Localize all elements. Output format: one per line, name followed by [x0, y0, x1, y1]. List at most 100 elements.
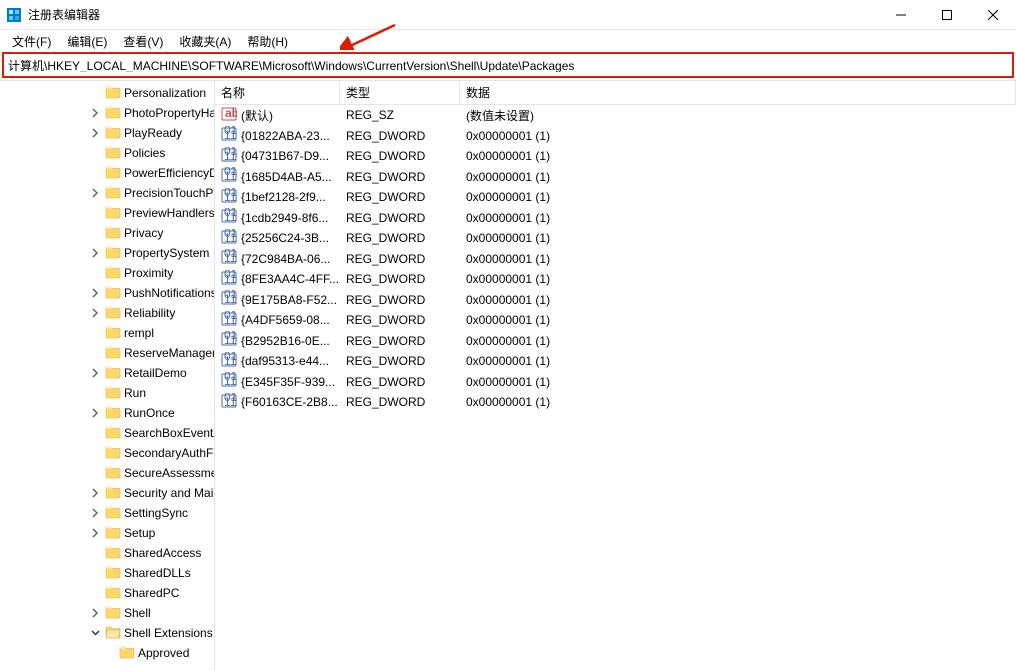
folder-icon: [102, 184, 124, 203]
list-row[interactable]: {E345F35F-939...REG_DWORD0x00000001 (1): [215, 372, 1016, 393]
tree-node[interactable]: Privacy: [0, 223, 214, 243]
tree-node[interactable]: SecondaryAuthFactor: [0, 443, 214, 463]
tree-node[interactable]: Policies: [0, 143, 214, 163]
value-list[interactable]: 名称 类型 数据 (默认)REG_SZ(数值未设置){01822ABA-23..…: [215, 81, 1016, 671]
tree-node[interactable]: SettingSync: [0, 503, 214, 523]
tree-node[interactable]: Shell Extensions: [0, 623, 214, 643]
value-data: 0x00000001 (1): [460, 395, 1016, 409]
tree-node[interactable]: PreviewHandlers: [0, 203, 214, 223]
col-data[interactable]: 数据: [460, 81, 1016, 104]
tree-node-label: SharedDLLs: [124, 566, 191, 580]
tree-node-label: PreviewHandlers: [124, 206, 215, 220]
tree-node[interactable]: PowerEfficiencyDiagnostics: [0, 163, 214, 183]
tree-node[interactable]: PropertySystem: [0, 243, 214, 263]
tree-node[interactable]: ReserveManager: [0, 343, 214, 363]
chevron-right-icon[interactable]: [88, 286, 102, 300]
chevron-right-icon[interactable]: [88, 126, 102, 140]
list-row[interactable]: {A4DF5659-08...REG_DWORD0x00000001 (1): [215, 310, 1016, 331]
tree-node[interactable]: SecureAssessment: [0, 463, 214, 483]
tree-node[interactable]: SharedDLLs: [0, 563, 214, 583]
folder-icon: [102, 144, 124, 163]
tree-node[interactable]: Shell: [0, 603, 214, 623]
col-name[interactable]: 名称: [215, 81, 340, 104]
value-type: REG_DWORD: [340, 395, 460, 409]
tree-view[interactable]: PersonalizationPhotoPropertyHandlerPlayR…: [0, 81, 215, 671]
tree-node[interactable]: PlayReady: [0, 123, 214, 143]
chevron-right-icon[interactable]: [88, 186, 102, 200]
tree-node[interactable]: Run: [0, 383, 214, 403]
folder-icon: [102, 164, 124, 183]
chevron-right-icon[interactable]: [88, 606, 102, 620]
menu-edit[interactable]: 编辑(E): [59, 31, 115, 52]
tree-node[interactable]: PushNotifications: [0, 283, 214, 303]
list-row[interactable]: {daf95313-e44...REG_DWORD0x00000001 (1): [215, 351, 1016, 372]
list-row[interactable]: {1cdb2949-8f6...REG_DWORD0x00000001 (1): [215, 208, 1016, 229]
list-row[interactable]: {72C984BA-06...REG_DWORD0x00000001 (1): [215, 249, 1016, 270]
value-data: 0x00000001 (1): [460, 170, 1016, 184]
tree-node[interactable]: RetailDemo: [0, 363, 214, 383]
folder-icon: [102, 344, 124, 363]
value-data: 0x00000001 (1): [460, 211, 1016, 225]
binary-value-icon: [221, 270, 241, 289]
tree-node[interactable]: Security and Maintenance: [0, 483, 214, 503]
list-row[interactable]: {01822ABA-23...REG_DWORD0x00000001 (1): [215, 126, 1016, 147]
list-row[interactable]: {1685D4AB-A5...REG_DWORD0x00000001 (1): [215, 167, 1016, 188]
menu-help[interactable]: 帮助(H): [239, 31, 296, 52]
menu-favorites[interactable]: 收藏夹(A): [171, 31, 239, 52]
list-row[interactable]: {9E175BA8-F52...REG_DWORD0x00000001 (1): [215, 290, 1016, 311]
value-data: 0x00000001 (1): [460, 231, 1016, 245]
folder-icon: [102, 564, 124, 583]
chevron-right-icon[interactable]: [88, 106, 102, 120]
value-data: (数值未设置): [460, 107, 1016, 124]
list-row[interactable]: {25256C24-3B...REG_DWORD0x00000001 (1): [215, 228, 1016, 249]
address-bar[interactable]: [8, 58, 1008, 72]
value-name: {8FE3AA4C-4FF...: [241, 272, 339, 286]
value-type: REG_DWORD: [340, 375, 460, 389]
folder-icon: [102, 484, 124, 503]
tree-node[interactable]: rempl: [0, 323, 214, 343]
address-bar-highlight: [2, 52, 1014, 78]
list-row[interactable]: {04731B67-D9...REG_DWORD0x00000001 (1): [215, 146, 1016, 167]
tree-node[interactable]: Proximity: [0, 263, 214, 283]
chevron-right-icon[interactable]: [88, 486, 102, 500]
chevron-right-icon[interactable]: [88, 406, 102, 420]
menu-file[interactable]: 文件(F): [4, 31, 59, 52]
list-row[interactable]: {1bef2128-2f9...REG_DWORD0x00000001 (1): [215, 187, 1016, 208]
chevron-right-icon[interactable]: [88, 246, 102, 260]
tree-node[interactable]: PhotoPropertyHandler: [0, 103, 214, 123]
list-row[interactable]: {B2952B16-0E...REG_DWORD0x00000001 (1): [215, 331, 1016, 352]
close-button[interactable]: [970, 0, 1016, 29]
maximize-button[interactable]: [924, 0, 970, 29]
tree-node[interactable]: SharedAccess: [0, 543, 214, 563]
list-row[interactable]: {F60163CE-2B8...REG_DWORD0x00000001 (1): [215, 392, 1016, 413]
tree-node-label: SharedPC: [124, 586, 179, 600]
value-name: {1cdb2949-8f6...: [241, 211, 328, 225]
chevron-right-icon[interactable]: [88, 506, 102, 520]
menu-view[interactable]: 查看(V): [115, 31, 171, 52]
tree-node[interactable]: PrecisionTouchPad: [0, 183, 214, 203]
tree-node[interactable]: Personalization: [0, 83, 214, 103]
tree-node[interactable]: Reliability: [0, 303, 214, 323]
chevron-right-icon[interactable]: [88, 306, 102, 320]
value-type: REG_DWORD: [340, 170, 460, 184]
value-name: {01822ABA-23...: [241, 129, 330, 143]
tree-node-label: SecondaryAuthFactor: [124, 446, 215, 460]
tree-node[interactable]: SharedPC: [0, 583, 214, 603]
list-row[interactable]: (默认)REG_SZ(数值未设置): [215, 105, 1016, 126]
tree-node[interactable]: Approved: [0, 643, 214, 663]
tree-node-label: PropertySystem: [124, 246, 209, 260]
window-title: 注册表编辑器: [28, 6, 878, 23]
minimize-button[interactable]: [878, 0, 924, 29]
tree-node[interactable]: RunOnce: [0, 403, 214, 423]
binary-value-icon: [221, 167, 241, 186]
tree-node[interactable]: Setup: [0, 523, 214, 543]
chevron-right-icon[interactable]: [88, 526, 102, 540]
chevron-right-icon[interactable]: [88, 366, 102, 380]
col-type[interactable]: 类型: [340, 81, 460, 104]
value-name: {25256C24-3B...: [241, 231, 329, 245]
folder-icon: [102, 544, 124, 563]
value-data: 0x00000001 (1): [460, 313, 1016, 327]
list-row[interactable]: {8FE3AA4C-4FF...REG_DWORD0x00000001 (1): [215, 269, 1016, 290]
tree-node[interactable]: SearchBoxEventArgs: [0, 423, 214, 443]
chevron-down-icon[interactable]: [88, 626, 102, 640]
